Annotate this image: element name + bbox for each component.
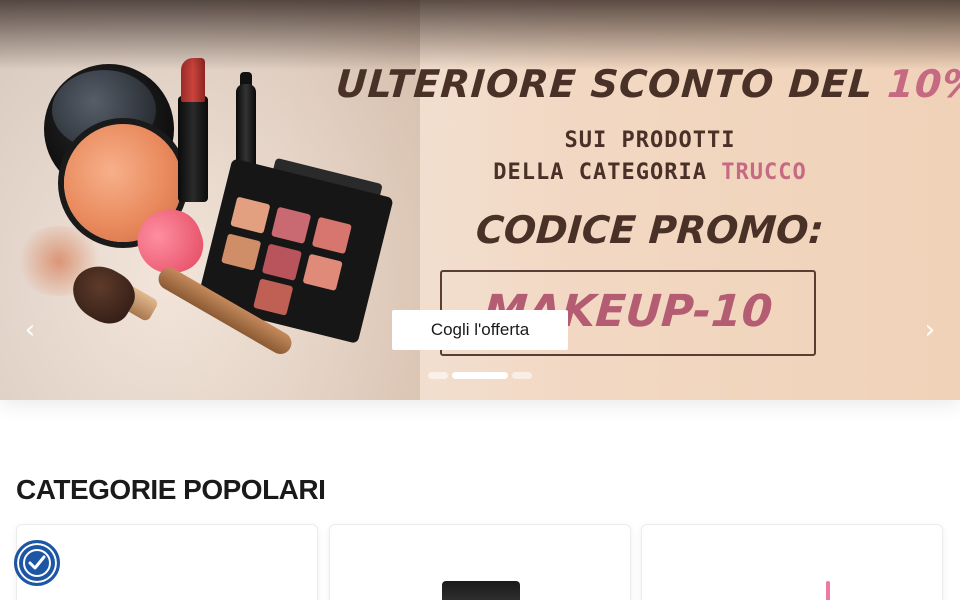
category-card[interactable] xyxy=(329,524,631,600)
palette-pan xyxy=(302,253,343,291)
hero-top-shadow xyxy=(0,0,960,70)
cogli-offerta-button[interactable]: Cogli l'offerta xyxy=(392,310,568,350)
palette-pan xyxy=(270,206,312,244)
palette-pan xyxy=(221,233,262,271)
palette-pan xyxy=(311,216,352,255)
headline-text: ULTERIORE SCONTO DEL xyxy=(334,62,890,106)
palette-pan xyxy=(230,196,271,234)
carousel-dot[interactable] xyxy=(428,372,448,379)
palette-pan xyxy=(261,243,303,281)
category-thumbnail xyxy=(826,581,830,600)
lipstick xyxy=(178,96,208,202)
headline-percent: 10% xyxy=(886,62,960,106)
accessibility-badge[interactable] xyxy=(14,540,60,586)
category-card[interactable] xyxy=(16,524,318,600)
carousel-indicators xyxy=(428,372,532,379)
category-card[interactable] xyxy=(641,524,943,600)
promo-title: CODICE PROMO: xyxy=(474,208,826,252)
carousel-dot-active[interactable] xyxy=(452,372,508,379)
hero-carousel: ULTERIORE SCONTO DEL 10% SUI PRODOTTI DE… xyxy=(0,0,960,400)
hero-headline: ULTERIORE SCONTO DEL 10% xyxy=(334,62,960,106)
palette-pan xyxy=(253,278,294,316)
carousel-dot[interactable] xyxy=(512,372,532,379)
accessibility-check-icon xyxy=(23,549,51,577)
subtitle-category: TRUCCO xyxy=(721,160,807,185)
hero-subtitle-line2: DELLA CATEGORIA TRUCCO xyxy=(440,160,860,185)
subtitle-prefix: DELLA CATEGORIA xyxy=(493,160,722,185)
chevron-left-icon[interactable]: ‹ xyxy=(16,316,44,344)
hero-subtitle-line1: SUI PRODOTTI xyxy=(564,128,736,153)
section-title: CATEGORIE POPOLARI xyxy=(16,474,326,505)
category-thumbnail xyxy=(442,581,520,600)
chevron-right-icon[interactable]: › xyxy=(916,316,944,344)
